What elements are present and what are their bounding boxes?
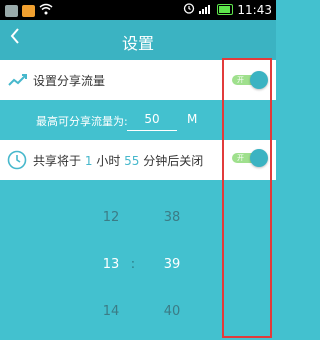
page-title: 设置	[121, 34, 154, 53]
share-timer-toggle[interactable]: 开	[232, 149, 268, 167]
wifi-icon	[39, 3, 53, 18]
timer-hours: 1	[84, 154, 93, 168]
timer-hours-unit: 小时	[96, 154, 121, 168]
max-share-input[interactable]: 50	[127, 108, 177, 131]
share-traffic-row: 设置分享流量 开	[0, 60, 276, 100]
time-picker[interactable]: 12 13 14 : 38 39 40	[0, 180, 276, 340]
toggle-knob	[250, 71, 268, 89]
signal-icon	[199, 3, 213, 17]
app-bar: 设置	[0, 20, 276, 60]
minute-option[interactable]: 40	[152, 304, 192, 319]
share-timer-row: 共享将于 1 小时 55 分钟后关闭 开	[0, 140, 276, 180]
minute-option[interactable]: 38	[152, 210, 192, 225]
gallery-icon	[5, 4, 18, 17]
timer-suffix: 分钟后关闭	[143, 154, 204, 168]
toggle-knob	[250, 149, 268, 167]
timer-prefix: 共享将于	[33, 154, 82, 168]
share-traffic-toggle[interactable]: 开	[232, 71, 268, 89]
clock-icon	[7, 150, 27, 174]
minute-selected[interactable]: 39	[152, 257, 192, 272]
picker-separator: :	[130, 257, 136, 272]
share-traffic-label: 设置分享流量	[33, 74, 106, 88]
timer-minutes: 55	[124, 154, 140, 168]
max-share-label: 最高可分享流量为:	[36, 115, 128, 128]
share-timer-label: 共享将于 1 小时 55 分钟后关闭	[33, 152, 203, 169]
status-bar: 11:43	[0, 0, 276, 20]
max-share-row: 最高可分享流量为: 50 M	[0, 100, 276, 140]
alarm-icon	[183, 2, 195, 17]
status-time: 11:43	[237, 2, 272, 17]
battery-icon	[217, 4, 234, 15]
hour-option[interactable]: 14	[91, 304, 131, 319]
trend-line-icon	[8, 72, 28, 91]
notification-icon	[22, 4, 35, 17]
hour-option[interactable]: 12	[91, 210, 131, 225]
max-share-unit: M	[187, 112, 198, 126]
